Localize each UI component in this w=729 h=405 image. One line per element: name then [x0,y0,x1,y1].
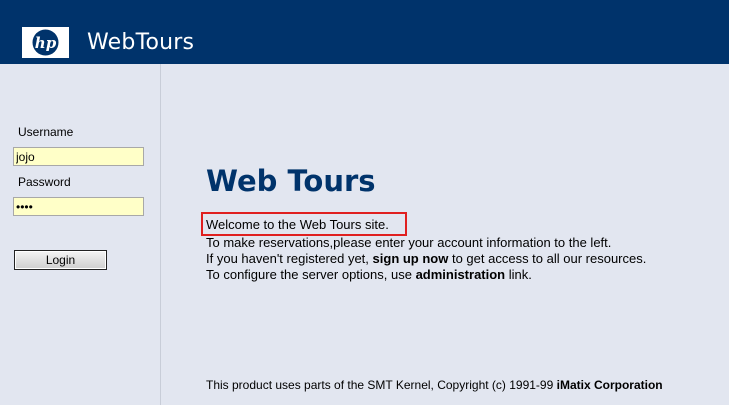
hp-logo: hp [21,26,70,59]
signup-line-suffix: to get access to all our resources. [448,251,647,266]
login-button[interactable]: Login [14,250,107,270]
username-input[interactable] [13,147,144,166]
hp-logo-icon: hp [22,27,69,58]
footer-copyright: This product uses parts of the SMT Kerne… [206,378,663,392]
svg-text:hp: hp [35,34,57,52]
footer-text: This product uses parts of the SMT Kerne… [206,378,557,392]
signup-line: If you haven't registered yet, sign up n… [206,251,646,267]
admin-line: To configure the server options, use adm… [206,267,532,283]
administration-link[interactable]: administration [416,267,506,282]
page-title: Web Tours [206,164,376,198]
footer-company: iMatix Corporation [556,378,663,392]
reservation-instructions: To make reservations,please enter your a… [206,235,612,250]
password-input[interactable] [13,197,144,216]
login-sidebar [0,64,161,405]
sign-up-link[interactable]: sign up now [373,251,449,266]
admin-line-prefix: To configure the server options, use [206,267,416,282]
password-label: Password [18,175,71,189]
header-bar: hp WebTours [0,0,729,64]
admin-line-suffix: link. [505,267,532,282]
username-label: Username [18,125,74,139]
highlight-box [201,212,407,236]
app-title: WebTours [87,30,195,55]
signup-line-prefix: If you haven't registered yet, [206,251,373,266]
